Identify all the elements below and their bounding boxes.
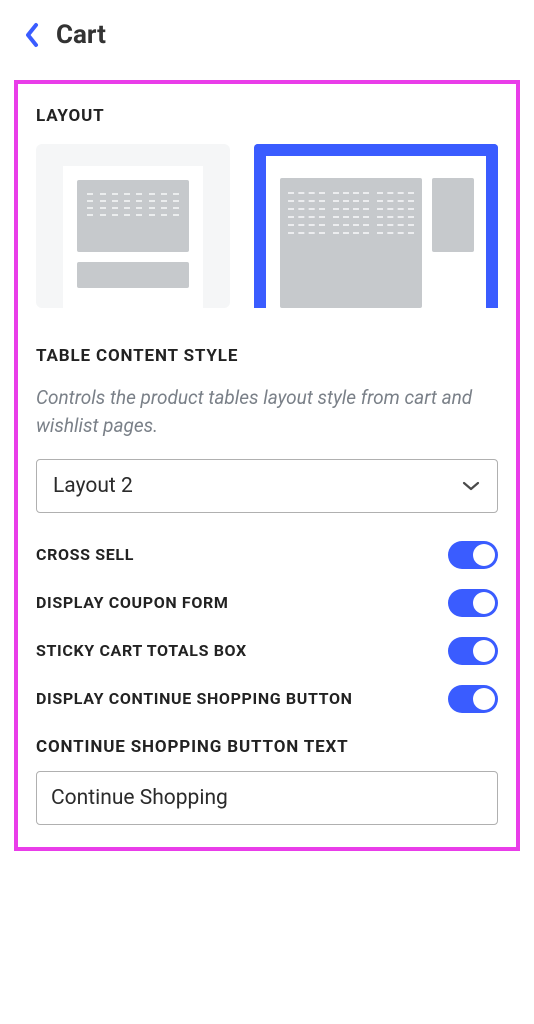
table-style-description: Controls the product tables layout style… bbox=[36, 384, 498, 439]
page-title: Cart bbox=[56, 20, 106, 50]
sticky-totals-row: Sticky Cart Totals Box bbox=[36, 637, 498, 665]
layout-thumbnails bbox=[36, 144, 498, 308]
continue-button-row: Display Continue Shopping Button bbox=[36, 685, 498, 713]
layout-option-1[interactable] bbox=[36, 144, 230, 308]
layout-section-label: Layout bbox=[36, 106, 498, 126]
continue-button-label: Display Continue Shopping Button bbox=[36, 688, 353, 710]
table-style-value: Layout 2 bbox=[53, 474, 133, 498]
table-style-label: Table Content Style bbox=[36, 346, 498, 366]
chevron-down-icon bbox=[461, 474, 481, 498]
cross-sell-toggle[interactable] bbox=[448, 541, 498, 569]
layout-option-2[interactable] bbox=[254, 144, 498, 308]
continue-text-input[interactable] bbox=[36, 771, 498, 825]
table-style-select[interactable]: Layout 2 bbox=[36, 459, 498, 513]
back-icon[interactable] bbox=[24, 22, 40, 48]
highlight-panel: Layout bbox=[14, 80, 520, 851]
coupon-form-label: Display Coupon Form bbox=[36, 592, 229, 614]
coupon-form-row: Display Coupon Form bbox=[36, 589, 498, 617]
cross-sell-row: Cross Sell bbox=[36, 541, 498, 569]
header: Cart bbox=[0, 0, 534, 62]
sticky-totals-toggle[interactable] bbox=[448, 637, 498, 665]
settings-page: Cart Layout bbox=[0, 0, 534, 1024]
cross-sell-label: Cross Sell bbox=[36, 544, 134, 566]
continue-text-label: Continue Shopping Button Text bbox=[36, 737, 498, 757]
continue-button-toggle[interactable] bbox=[448, 685, 498, 713]
sticky-totals-label: Sticky Cart Totals Box bbox=[36, 640, 247, 662]
coupon-form-toggle[interactable] bbox=[448, 589, 498, 617]
